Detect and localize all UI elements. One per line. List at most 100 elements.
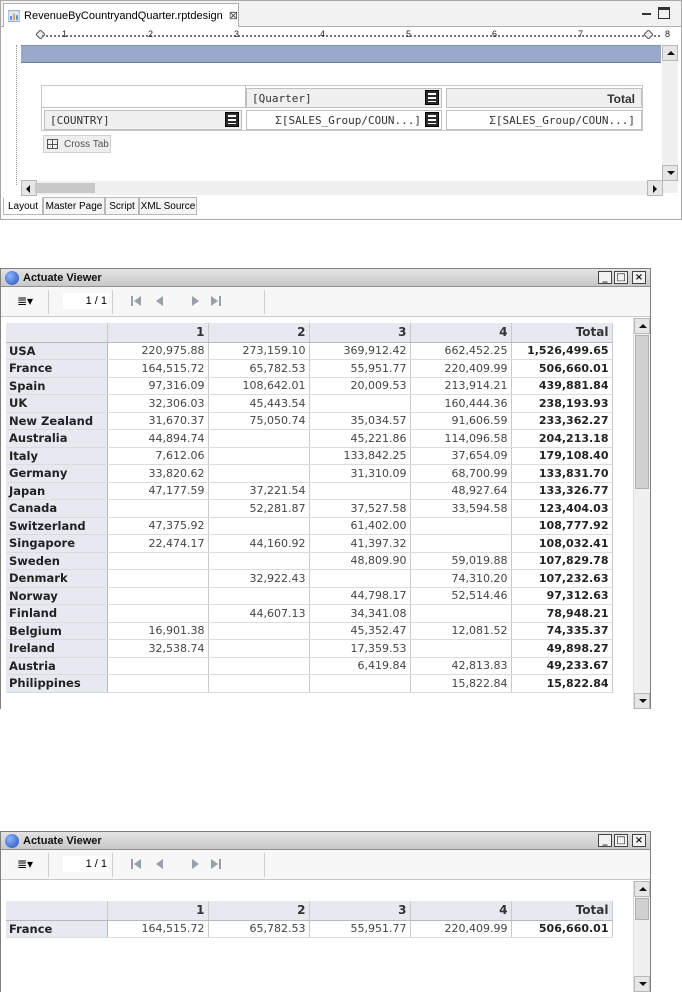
value-cell xyxy=(309,482,411,500)
total-cell: 439,881.84 xyxy=(511,377,613,395)
value-cell: 17,359.53 xyxy=(309,639,411,658)
value-cell: 213,914.21 xyxy=(410,377,512,395)
table-row: Sweden 48,809.90 59,019.88 107,829.78 xyxy=(6,552,613,570)
scroll-right-icon[interactable] xyxy=(647,180,663,196)
country-cell: UK xyxy=(6,394,108,413)
value-cell: 42,813.83 xyxy=(410,657,512,675)
value-cell: 91,606.59 xyxy=(410,412,512,430)
quarter-dimension-cell[interactable]: [Quarter] xyxy=(246,88,442,108)
value-cell: 37,221.54 xyxy=(208,482,310,500)
right-margin-marker-icon[interactable] xyxy=(644,30,653,39)
value-cell: 32,306.03 xyxy=(107,394,209,413)
viewer-title: Actuate Viewer xyxy=(23,834,102,847)
value-cell: 45,221.86 xyxy=(309,429,411,448)
scroll-up-icon[interactable] xyxy=(634,318,650,334)
total-cell: 123,404.03 xyxy=(511,499,613,518)
value-cell: 31,670.37 xyxy=(107,412,209,430)
value-cell: 114,096.58 xyxy=(410,429,512,448)
value-cell: 55,951.77 xyxy=(309,359,411,378)
minimize-icon[interactable]: _ xyxy=(598,271,612,284)
value-cell: 65,782.53 xyxy=(208,920,310,938)
maximize-icon[interactable] xyxy=(658,7,670,19)
editor-tab[interactable]: RevenueByCountryandQuarter.rptdesign ⊠ xyxy=(3,3,239,27)
total-cell: 108,032.41 xyxy=(511,534,613,553)
tab-master-page[interactable]: Master Page xyxy=(43,197,105,215)
crosstab-corner-cell[interactable] xyxy=(42,86,246,108)
ruler-number: 2 xyxy=(148,29,154,39)
actuate-logo-icon xyxy=(5,834,19,848)
value-cell: 52,281.87 xyxy=(208,499,310,518)
horizontal-scroll-thumb[interactable] xyxy=(35,183,95,193)
horizontal-ruler: 1 2 3 4 5 6 7 8 xyxy=(20,29,678,43)
value-cell: 108,642.01 xyxy=(208,377,310,395)
value-cell xyxy=(309,394,411,413)
measure-menu-icon[interactable] xyxy=(425,112,439,127)
value-cell: 44,798.17 xyxy=(309,587,411,605)
table-row: France 164,515.72 65,782.53 55,951.77 220,40… xyxy=(6,359,613,378)
table-row: Japan 47,177.59 37,221.54 48,927.64 133,326.… xyxy=(6,482,613,500)
total-cell: 179,108.40 xyxy=(511,447,613,465)
scroll-up-icon[interactable] xyxy=(634,881,650,897)
viewer-vertical-scrollbar[interactable] xyxy=(633,881,650,992)
country-cell: Germany xyxy=(6,464,108,483)
designer-horizontal-scrollbar[interactable] xyxy=(21,180,663,196)
total-header-label: Total xyxy=(607,92,635,106)
country-cell: Spain xyxy=(6,377,108,395)
measure-total-cell[interactable]: Σ[SALES_Group/COUN...] xyxy=(446,110,642,130)
ruler-number: 3 xyxy=(234,29,240,39)
ruler-number: 4 xyxy=(320,29,326,39)
viewer-vertical-scrollbar[interactable] xyxy=(633,318,650,709)
value-cell: 33,594.58 xyxy=(410,499,512,518)
tab-layout[interactable]: Layout xyxy=(3,197,43,215)
crosstab-grid-icon xyxy=(47,139,58,149)
value-cell: 220,975.88 xyxy=(107,342,209,360)
toc-menu-icon[interactable]: ≣▾ xyxy=(17,857,37,871)
scroll-down-icon[interactable] xyxy=(634,693,650,709)
ruler-number: 6 xyxy=(492,29,498,39)
page-header-band[interactable] xyxy=(21,45,661,63)
value-cell: 55,951.77 xyxy=(309,920,411,938)
maximize-icon[interactable]: □ xyxy=(614,834,628,847)
scroll-up-icon[interactable] xyxy=(662,45,678,61)
tab-xml-source-label: XML Source xyxy=(140,200,196,212)
close-icon[interactable]: × xyxy=(632,834,646,847)
country-cell: Canada xyxy=(6,499,108,518)
crosstab-label[interactable]: Cross Tab xyxy=(43,135,111,153)
viewer-title: Actuate Viewer xyxy=(23,271,102,284)
header-corner-cell xyxy=(6,901,108,921)
crosstab-report-table: 1 2 3 4 Total France 164,515.72 65,782.53 55,951… xyxy=(6,901,613,938)
country-menu-icon[interactable] xyxy=(225,112,239,127)
tab-xml-source[interactable]: XML Source xyxy=(139,197,197,215)
total-cell: 78,948.21 xyxy=(511,604,613,623)
value-cell: 164,515.72 xyxy=(107,920,209,938)
close-tab-icon[interactable]: ⊠ xyxy=(229,9,238,22)
total-cell: 133,326.77 xyxy=(511,482,613,500)
designer-vertical-scrollbar[interactable] xyxy=(662,45,678,193)
value-cell: 47,177.59 xyxy=(107,482,209,500)
toc-menu-icon[interactable]: ≣▾ xyxy=(17,294,37,308)
layout-canvas[interactable]: [Quarter] Total [COUNTRY] Σ[SALES_Group/… xyxy=(21,45,661,181)
country-dimension-cell[interactable]: [COUNTRY] xyxy=(44,110,242,130)
minimize-icon[interactable]: _ xyxy=(598,834,612,847)
value-cell: 44,894.74 xyxy=(107,429,209,448)
vertical-scroll-thumb[interactable] xyxy=(635,335,649,489)
value-cell: 6,419.84 xyxy=(309,657,411,675)
report-content-area: 1 2 3 4 Total France 164,515.72 65,782.53 55,951… xyxy=(1,881,633,992)
scroll-down-icon[interactable] xyxy=(634,976,650,992)
value-cell xyxy=(107,587,209,605)
total-cell: 97,312.63 xyxy=(511,587,613,605)
total-cell: 133,831.70 xyxy=(511,464,613,483)
tab-script[interactable]: Script xyxy=(105,197,139,215)
total-header-cell[interactable]: Total xyxy=(446,88,642,108)
total-cell: 233,362.27 xyxy=(511,412,613,430)
maximize-icon[interactable]: □ xyxy=(614,271,628,284)
close-icon[interactable]: × xyxy=(632,271,646,284)
scroll-down-icon[interactable] xyxy=(662,165,678,181)
minimize-icon[interactable] xyxy=(641,7,653,19)
measure-cell[interactable]: Σ[SALES_Group/COUN...] xyxy=(246,110,442,130)
quarter-menu-icon[interactable] xyxy=(425,90,439,105)
viewer-title-bar: Actuate Viewer _ □ × xyxy=(1,269,650,287)
value-cell: 37,654.09 xyxy=(410,447,512,465)
vertical-scroll-thumb[interactable] xyxy=(635,898,649,920)
crosstab-element[interactable]: [Quarter] Total [COUNTRY] Σ[SALES_Group/… xyxy=(41,85,643,131)
